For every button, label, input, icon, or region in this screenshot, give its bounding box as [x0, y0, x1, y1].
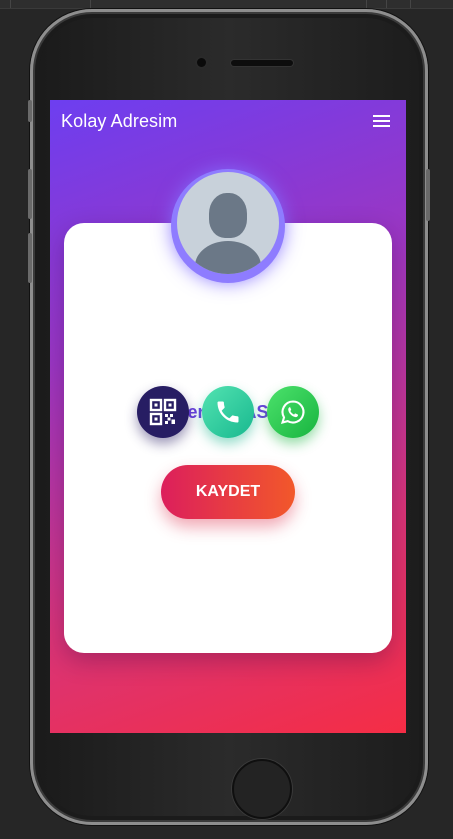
- avatar-ring: [171, 169, 285, 283]
- volume-up-button: [28, 169, 32, 219]
- avatar-body-shape: [195, 241, 261, 274]
- call-button[interactable]: [202, 386, 254, 438]
- front-camera: [197, 58, 206, 67]
- qr-code-button[interactable]: [137, 386, 189, 438]
- save-button[interactable]: KAYDET: [161, 465, 295, 519]
- app-title: Kolay Adresim: [61, 111, 178, 131]
- whatsapp-button[interactable]: [267, 386, 319, 438]
- volume-down-button: [28, 233, 32, 283]
- home-button[interactable]: [232, 759, 292, 819]
- hamburger-menu-icon[interactable]: [373, 115, 390, 127]
- earpiece-speaker: [231, 60, 293, 66]
- browser-top-strip: [0, 0, 453, 9]
- avatar: [177, 172, 279, 274]
- profile-card: [64, 223, 392, 653]
- app-bar: Kolay Adresim: [50, 100, 406, 144]
- qr-code-icon: [149, 398, 177, 426]
- phone-icon: [217, 401, 239, 423]
- mute-switch: [28, 100, 32, 122]
- app-screen: Kolay Adresim eren BAS: [50, 100, 406, 733]
- power-button: [426, 169, 430, 221]
- whatsapp-icon: [280, 400, 305, 424]
- avatar-head-shape: [209, 193, 247, 238]
